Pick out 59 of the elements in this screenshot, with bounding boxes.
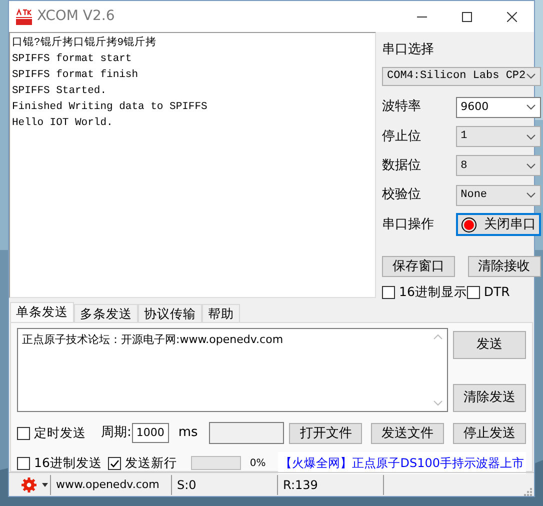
setting-label: 校验位 [382,186,421,204]
checkbox[interactable]: 16进制发送 [17,454,102,472]
website-text: www.openedv.com [51,475,172,495]
setting-dropdown[interactable]: None [456,184,541,206]
output-line: Finished Writing data to SPIFFS [12,100,208,115]
chevron-down-icon [526,191,536,200]
checkbox[interactable]: 定时发送 [17,424,101,442]
close-port-button[interactable]: 关闭串口 [456,213,541,236]
setting-dropdown[interactable]: 8 [456,155,541,176]
operation-label: 串口操作 [382,216,434,234]
period-field[interactable]: 1000 [132,423,170,443]
sent-count: S:0 [172,475,278,495]
tab[interactable]: 帮助 [202,304,240,322]
window-title: XCOM V2.6 [37,7,115,26]
setting-label: 停止位 [382,128,421,146]
output-line: Hello IOT World. [12,116,114,131]
output-line: SPIFFS format start [12,52,133,67]
ad-link[interactable]: 【火爆全网】正点原子DS100手持示波器上市 [278,452,526,474]
output-line: SPIFFS format finish [12,68,140,83]
checkbox[interactable]: 16进制显示 [382,283,467,302]
tab[interactable]: 单条发送 [10,302,74,322]
indicator-light-icon [460,216,478,234]
action-button[interactable]: 清除接收 [468,256,541,278]
tab[interactable]: 协议传输 [138,304,202,322]
file-path-field[interactable] [209,422,284,444]
setting-label: 波特率 [382,98,421,116]
chevron-down-icon [526,72,536,80]
maximize-icon [462,12,472,22]
file-button[interactable]: 发送文件 [371,422,444,444]
send-button[interactable]: 发送 [453,331,526,359]
unit-label: ms [178,424,199,442]
output-line: SPIFFS Started. [12,84,108,99]
resize-grip-icon[interactable] [523,487,532,496]
setting-dropdown[interactable]: 9600 [456,96,541,118]
logo-icon [15,8,33,26]
chevron-down-icon [526,103,536,112]
setting-label: 数据位 [382,157,421,176]
progress-reading: 0% [250,456,267,470]
chevron-down-icon [526,162,536,170]
received-count: R:139 [278,475,384,495]
output-line: 口锟?锟斤拷口锟斤拷9锟斤拷 [12,35,158,51]
period-label: 周期: [101,424,132,442]
scrollbar-arrows-icon [433,332,443,408]
file-button[interactable]: 打开文件 [289,422,362,444]
tab[interactable]: 多条发送 [74,304,138,322]
send-text-field[interactable]: 正点原子技术论坛：开源电子网:www.openedv.com [17,328,448,412]
gear-icon[interactable] [21,477,37,493]
checkbox[interactable]: 发送新行 [108,454,177,472]
checkbox[interactable]: DTR [466,283,510,302]
port-dropdown[interactable]: COM4:Silicon Labs CP2 [382,66,541,86]
caret-icon[interactable] [42,483,48,487]
setting-dropdown[interactable]: 1 [456,126,541,148]
close-icon [506,12,516,22]
send-button[interactable]: 清除发送 [453,384,526,412]
action-button[interactable]: 保存窗口 [382,256,455,278]
file-button[interactable]: 停止发送 [452,422,526,444]
check-icon [108,458,120,468]
port-label: 串口选择 [382,41,435,59]
chevron-down-icon [526,132,536,141]
